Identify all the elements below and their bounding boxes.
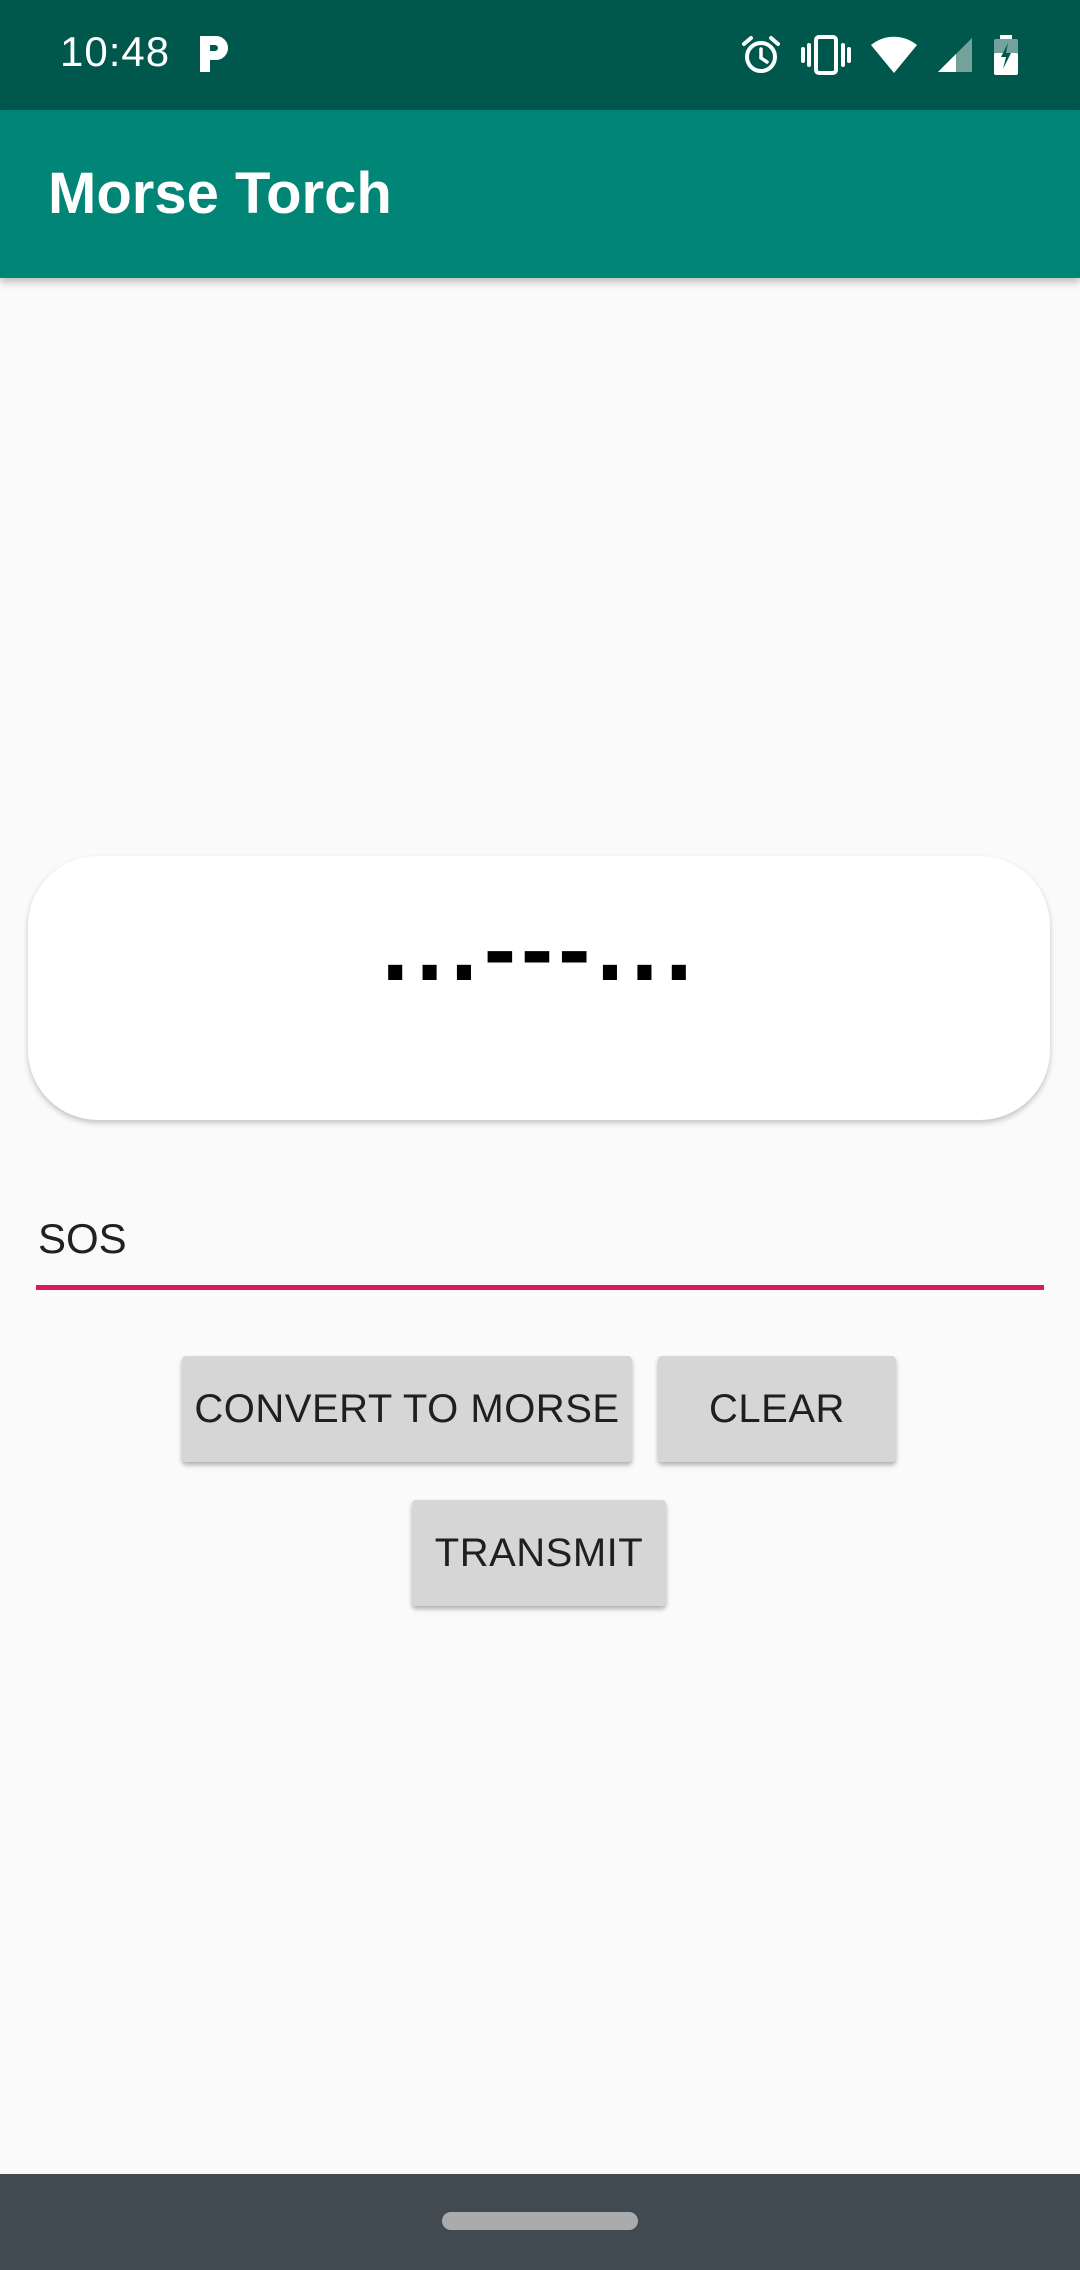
transmit-button[interactable]: TRANSMIT (412, 1500, 666, 1606)
morse-code-text: ...---... (380, 906, 698, 999)
navigation-bar (0, 2174, 1080, 2270)
clear-button[interactable]: CLEAR (658, 1356, 896, 1462)
text-input[interactable] (36, 1210, 1044, 1290)
home-handle[interactable] (442, 2212, 638, 2230)
app-title: Morse Torch (48, 161, 392, 226)
signal-icon (938, 38, 972, 72)
wifi-icon (871, 36, 917, 73)
parking-icon (200, 36, 228, 72)
app-bar: Morse Torch (0, 110, 1080, 278)
vibrate-icon (801, 35, 851, 75)
morse-output-card: ...---... (28, 856, 1050, 1120)
convert-to-morse-button[interactable]: CONVERT TO MORSE (182, 1356, 632, 1462)
alarm-icon (742, 36, 780, 73)
battery-icon (994, 35, 1018, 75)
status-time: 10:48 (60, 28, 171, 75)
status-icons (740, 30, 1020, 80)
status-bar: 10:48 (0, 0, 1080, 110)
